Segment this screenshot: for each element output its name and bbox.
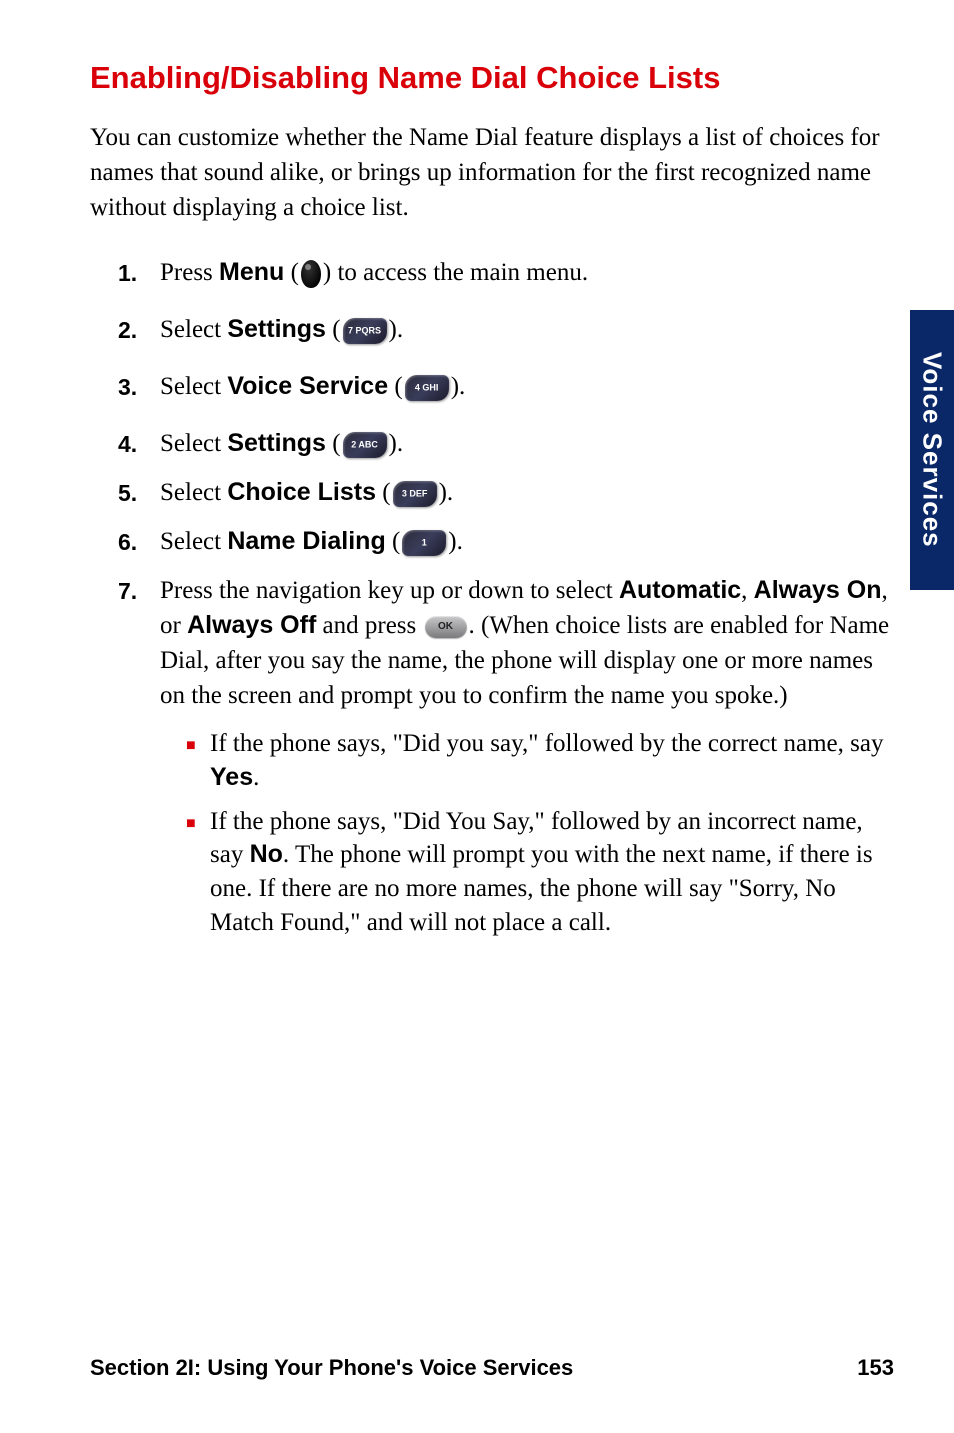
side-tab-label: Voice Services — [917, 352, 948, 548]
step-body: Select Settings (2 ABC). — [160, 426, 894, 461]
settings-bold: Settings — [227, 315, 326, 343]
step-body: Press Menu ( ) to access the main menu. — [160, 255, 894, 290]
key-label: 2 ABC — [351, 439, 378, 452]
step-4: 4. Select Settings (2 ABC). — [118, 426, 894, 461]
automatic-bold: Automatic — [619, 576, 741, 604]
step-body: Select Choice Lists (3 DEF). — [160, 475, 894, 510]
step-1: 1. Press Menu ( ) to access the main menu… — [118, 255, 894, 290]
text: ). — [389, 316, 404, 343]
page-number: 153 — [857, 1355, 894, 1381]
key-2-icon: 2 ABC — [343, 432, 387, 458]
text: Select — [160, 528, 227, 555]
bullet-1: ■ If the phone says, "Did you say," foll… — [186, 727, 894, 795]
step-body: Select Voice Service (4 GHI). — [160, 369, 894, 404]
key-3-icon: 3 DEF — [393, 481, 437, 507]
key-label: 1 — [422, 537, 427, 550]
text: ) to access the main menu. — [323, 259, 588, 286]
voice-service-bold: Voice Service — [227, 372, 388, 400]
step-body: Select Name Dialing (1). — [160, 524, 894, 559]
intro-paragraph: You can customize whether the Name Dial … — [90, 120, 894, 225]
text: Select — [160, 373, 227, 400]
text: ). — [451, 373, 466, 400]
bullet-2: ■ If the phone says, "Did You Say," foll… — [186, 805, 894, 940]
step-number: 6. — [118, 524, 160, 558]
settings-bold: Settings — [227, 429, 326, 457]
text: ( — [376, 479, 391, 506]
key-label: 3 DEF — [402, 488, 428, 501]
bullet-marker-icon: ■ — [186, 727, 210, 757]
text: ). — [448, 528, 463, 555]
step-number: 3. — [118, 369, 160, 403]
text: and press — [316, 612, 422, 639]
yes-bold: Yes — [210, 763, 253, 791]
step-3: 3. Select Voice Service (4 GHI). — [118, 369, 894, 404]
step-6: 6. Select Name Dialing (1). — [118, 524, 894, 559]
steps-list: 1. Press Menu ( ) to access the main menu… — [90, 255, 894, 950]
always-off-bold: Always Off — [187, 611, 316, 639]
step-number: 1. — [118, 255, 160, 289]
text: ( — [326, 430, 341, 457]
step-number: 5. — [118, 475, 160, 509]
name-dialing-bold: Name Dialing — [227, 527, 385, 555]
text: Select — [160, 430, 227, 457]
text: ( — [388, 373, 403, 400]
text: Press — [160, 259, 219, 286]
text: ). — [439, 479, 454, 506]
choice-lists-bold: Choice Lists — [227, 478, 376, 506]
text: ( — [386, 528, 401, 555]
text: Press the navigation key up or down to s… — [160, 577, 619, 604]
section-label: Section 2I: Using Your Phone's Voice Ser… — [90, 1355, 573, 1381]
key-1-icon: 1 — [402, 530, 446, 556]
bullet-body: If the phone says, "Did You Say," follow… — [210, 805, 894, 940]
key-7-icon: 7 PQRS — [343, 318, 387, 344]
key-4-icon: 4 GHI — [405, 375, 449, 401]
menu-bold: Menu — [219, 258, 284, 286]
text: ). — [389, 430, 404, 457]
ok-key-icon: OK — [425, 616, 467, 638]
ok-label: OK — [438, 620, 453, 634]
sub-bullet-list: ■ If the phone says, "Did you say," foll… — [160, 727, 894, 940]
text: Select — [160, 479, 227, 506]
nav-key-icon — [301, 260, 321, 288]
text: If the phone says, "Did you say," follow… — [210, 730, 883, 757]
text: ( — [284, 259, 299, 286]
step-7: 7. Press the navigation key up or down t… — [118, 573, 894, 950]
page-title: Enabling/Disabling Name Dial Choice List… — [90, 60, 894, 96]
step-5: 5. Select Choice Lists (3 DEF). — [118, 475, 894, 510]
step-body: Press the navigation key up or down to s… — [160, 573, 894, 950]
step-number: 7. — [118, 573, 160, 607]
step-number: 4. — [118, 426, 160, 460]
text: , — [741, 577, 754, 604]
page-footer: Section 2I: Using Your Phone's Voice Ser… — [90, 1355, 894, 1381]
text: ( — [326, 316, 341, 343]
step-body: Select Settings (7 PQRS). — [160, 312, 894, 347]
always-on-bold: Always On — [754, 576, 882, 604]
step-2: 2. Select Settings (7 PQRS). — [118, 312, 894, 347]
key-label: 4 GHI — [415, 382, 439, 395]
text: Select — [160, 316, 227, 343]
step-number: 2. — [118, 312, 160, 346]
no-bold: No — [250, 840, 283, 868]
bullet-body: If the phone says, "Did you say," follow… — [210, 727, 894, 795]
side-tab: Voice Services — [910, 310, 954, 590]
bullet-marker-icon: ■ — [186, 805, 210, 835]
text: . The phone will prompt you with the nex… — [210, 841, 873, 936]
text: . — [253, 764, 259, 791]
key-label: 7 PQRS — [348, 325, 381, 338]
